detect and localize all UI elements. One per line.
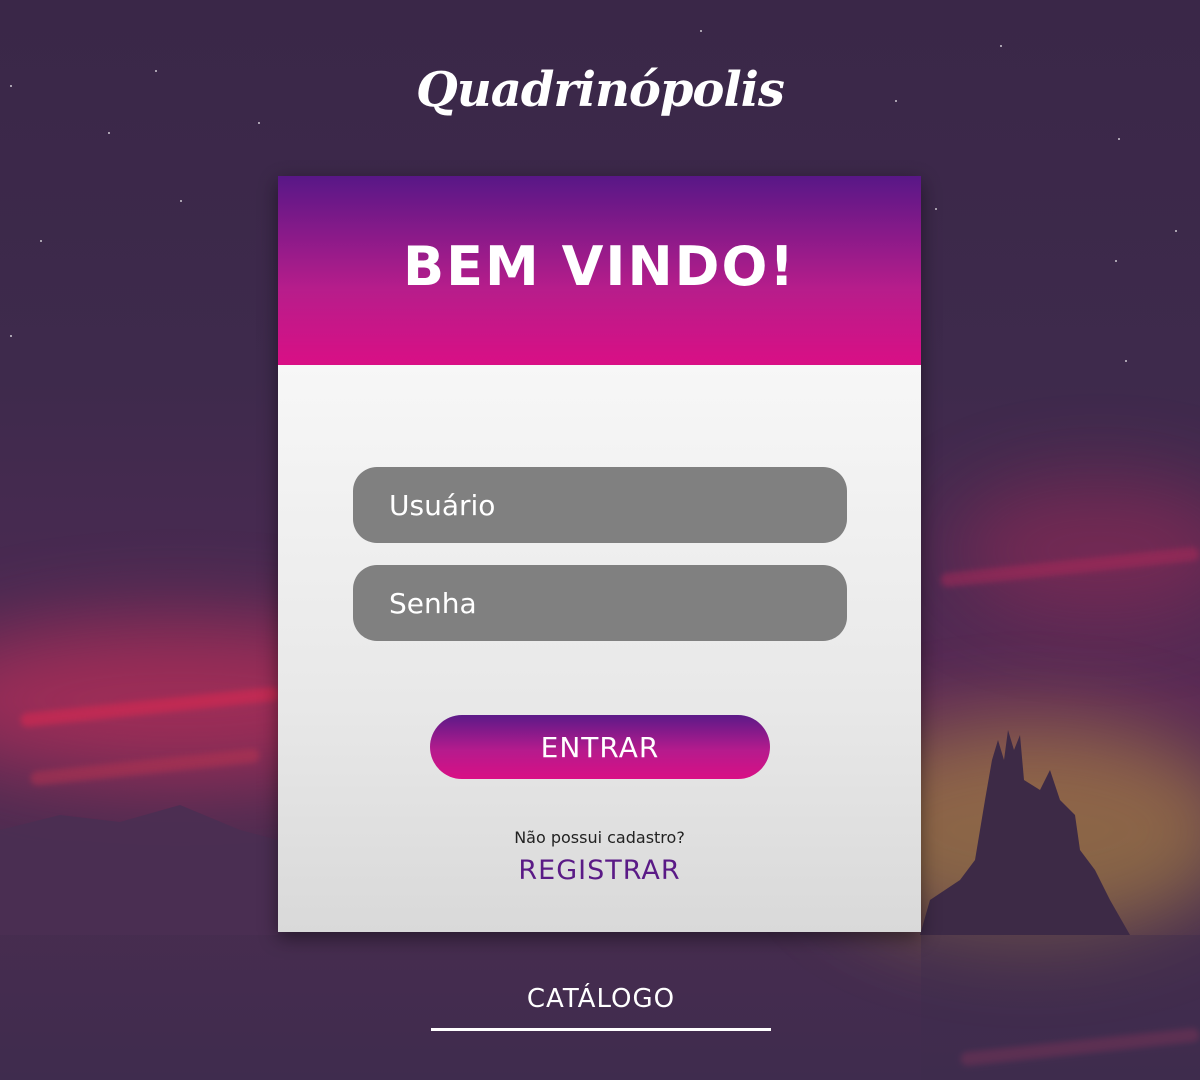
- username-input[interactable]: [389, 488, 847, 522]
- password-input[interactable]: [389, 586, 847, 620]
- register-link[interactable]: REGISTRAR: [278, 855, 921, 886]
- login-card-header: BEM VINDO!: [278, 176, 921, 365]
- login-card: BEM VINDO! ENTRAR Não possui cadastro? R…: [278, 176, 921, 932]
- username-field[interactable]: [353, 467, 847, 543]
- enter-button[interactable]: ENTRAR: [430, 715, 770, 779]
- catalog-link[interactable]: CATÁLOGO: [431, 984, 771, 1014]
- login-form: ENTRAR Não possui cadastro? REGISTRAR: [278, 365, 921, 932]
- no-account-text: Não possui cadastro?: [514, 828, 685, 847]
- password-field[interactable]: [353, 565, 847, 641]
- app-logo: Quadrinópolis: [416, 62, 785, 118]
- welcome-title: BEM VINDO!: [402, 235, 797, 298]
- catalog-underline: [431, 1028, 771, 1031]
- login-page: Quadrinópolis BEM VINDO! ENTRAR Não poss…: [0, 0, 1200, 1080]
